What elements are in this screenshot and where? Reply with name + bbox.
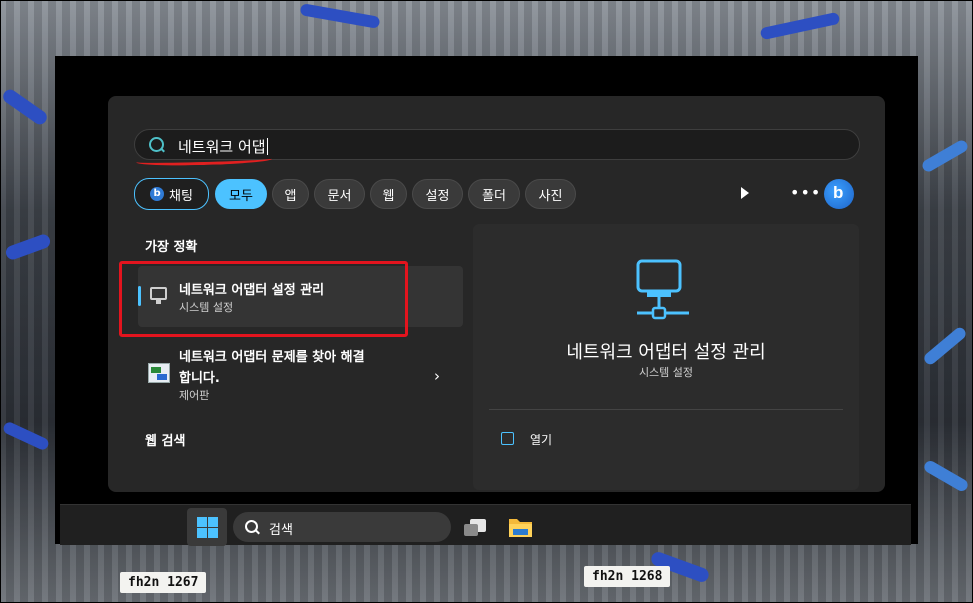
- filter-documents[interactable]: 문서: [314, 179, 365, 209]
- search-icon: [149, 137, 164, 152]
- cable: [759, 11, 841, 41]
- cable: [0, 86, 50, 128]
- more-options-button[interactable]: •••: [790, 183, 821, 202]
- preview-divider: [489, 409, 843, 410]
- filter-label: 웹: [382, 188, 395, 204]
- preview-subtitle: 시스템 설정: [638, 366, 694, 379]
- rack-tag-right: fh2n 1268: [584, 566, 671, 587]
- play-icon[interactable]: [741, 187, 749, 199]
- troubleshoot-title-line1: 네트워크 어댑터 문제를 찾아 해결: [179, 350, 365, 365]
- filter-label: 문서: [327, 188, 352, 204]
- preview-title: 네트워크 어댑터 설정 관리: [566, 342, 766, 363]
- file-explorer-icon[interactable]: [508, 516, 533, 538]
- bing-icon: b: [833, 183, 844, 202]
- bing-button[interactable]: b: [824, 179, 854, 209]
- best-match-heading: 가장 정확: [145, 240, 198, 255]
- cable: [299, 3, 381, 29]
- chevron-right-icon[interactable]: ›: [434, 367, 440, 385]
- filter-chat[interactable]: b 채팅: [134, 178, 209, 210]
- control-panel-icon: [148, 363, 170, 383]
- taskbar-search-label: 검색: [269, 523, 293, 538]
- search-query-text: 네트워크 어댑: [178, 138, 266, 156]
- filter-apps[interactable]: 앱: [272, 179, 309, 209]
- filter-label: 사진: [538, 188, 563, 204]
- filter-label: 설정: [425, 188, 450, 204]
- filter-photos[interactable]: 사진: [525, 179, 576, 209]
- filter-all[interactable]: 모두: [215, 179, 267, 209]
- filter-label: 폴더: [482, 188, 506, 204]
- search-icon: [245, 520, 258, 533]
- cable: [922, 458, 970, 494]
- taskbar-search[interactable]: 검색: [233, 512, 451, 542]
- cable: [921, 325, 969, 367]
- windows-logo-icon: [197, 517, 218, 538]
- cable: [1, 420, 51, 452]
- text-caret: [266, 138, 268, 155]
- network-adapter-large-icon: [636, 259, 689, 320]
- troubleshoot-title-line2: 합니다.: [179, 371, 220, 386]
- filter-web[interactable]: 웹: [370, 179, 407, 209]
- rack-tag-left: fh2n 1267: [120, 572, 207, 593]
- open-external-icon: [501, 432, 514, 445]
- red-box-annotation: [119, 261, 408, 337]
- open-label: 열기: [530, 433, 553, 447]
- web-search-heading: 웹 검색: [145, 434, 186, 449]
- cable: [920, 138, 970, 174]
- filter-label: 채팅: [169, 188, 193, 204]
- cable: [3, 232, 53, 262]
- troubleshoot-subtitle: 제어판: [179, 389, 210, 402]
- filter-label: 앱: [284, 188, 297, 204]
- filter-settings[interactable]: 설정: [412, 179, 463, 209]
- task-view-icon[interactable]: [464, 519, 488, 537]
- filter-folders[interactable]: 폴더: [468, 179, 520, 209]
- bing-chat-icon: b: [150, 187, 165, 201]
- filter-label: 모두: [229, 188, 253, 204]
